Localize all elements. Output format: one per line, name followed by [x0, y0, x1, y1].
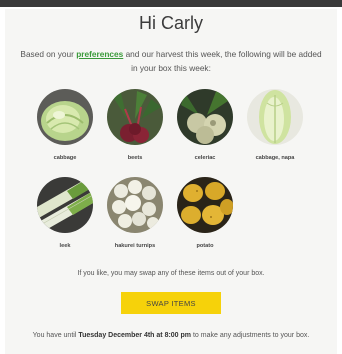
item-label: celeriac	[194, 155, 216, 161]
deadline-date: Tuesday December 4th at 8:00 pm	[78, 332, 192, 339]
intro-text-after: and our harvest this week, the following…	[123, 49, 322, 73]
intro-text-before: Based on your	[20, 49, 77, 59]
celeriac-icon	[177, 89, 233, 145]
greeting-heading: Hi Carly	[138, 13, 203, 33]
item-label: cabbage	[53, 155, 77, 161]
swap-items-button[interactable]: SWAP ITEMS	[121, 292, 221, 314]
list-item-beets: beets	[103, 89, 167, 162]
top-border	[0, 0, 342, 7]
list-item-cabbage: cabbage	[33, 89, 97, 162]
email-card: Hi Carly Based on your preferences and o…	[5, 9, 337, 354]
turnips-icon	[107, 177, 163, 233]
leek-icon	[37, 177, 93, 233]
item-label: hakurei turnips	[114, 243, 156, 249]
item-label: beets	[127, 155, 143, 161]
preferences-link[interactable]: preferences	[76, 49, 123, 59]
deadline-text-before: You have until	[32, 332, 79, 339]
item-label: leek	[59, 243, 71, 249]
list-item-leek: leek	[33, 177, 97, 250]
deadline-text: You have until Tuesday December 4th at 8…	[19, 330, 323, 341]
cabbage-icon	[37, 89, 93, 145]
napa-cabbage-icon	[247, 89, 303, 145]
list-item-napa-cabbage: cabbage, napa	[243, 89, 307, 162]
list-item-turnips: hakurei turnips	[103, 177, 167, 250]
item-label: potato	[196, 243, 214, 249]
potato-icon	[177, 177, 233, 233]
list-item-celeriac: celeriac	[173, 89, 237, 162]
intro-text: Based on your preferences and our harves…	[17, 47, 325, 75]
deadline-text-after: to make any adjustments to your box.	[191, 332, 310, 339]
item-label: cabbage, napa	[255, 155, 295, 161]
swap-note: If you like, you may swap any of these i…	[77, 270, 265, 277]
list-item-potato: potato	[173, 177, 237, 250]
beets-icon	[107, 89, 163, 145]
